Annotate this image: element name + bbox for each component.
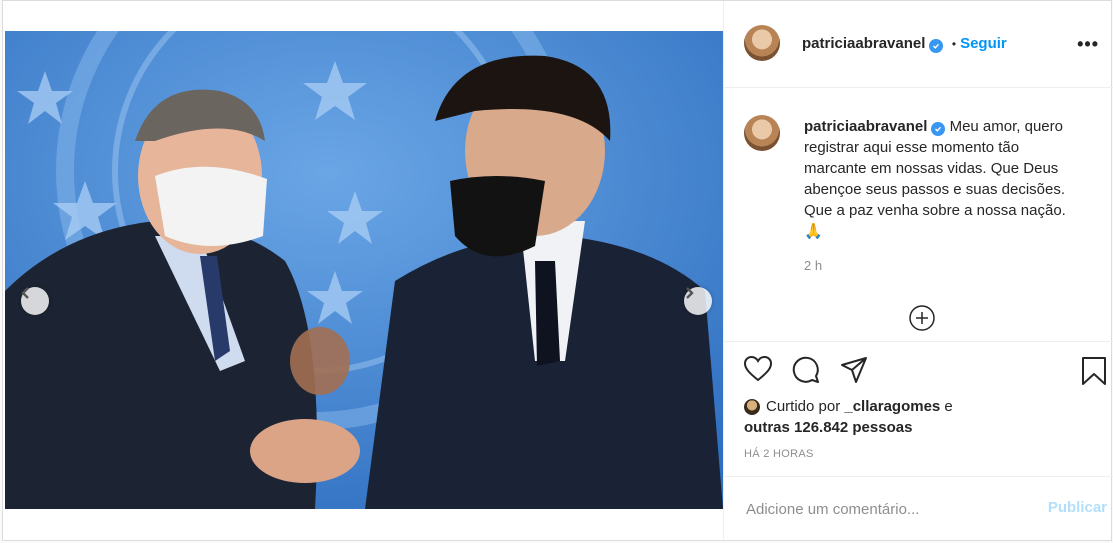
share-button[interactable] bbox=[840, 356, 868, 389]
separator-dot: • bbox=[951, 37, 957, 51]
share-icon bbox=[841, 357, 867, 383]
plus-circle-icon bbox=[909, 305, 935, 331]
caption-author-avatar[interactable] bbox=[744, 115, 780, 151]
comment-button[interactable] bbox=[792, 356, 820, 389]
load-more-comments-button[interactable] bbox=[908, 304, 936, 337]
previous-slide-button[interactable] bbox=[21, 287, 49, 315]
verified-icon bbox=[929, 39, 944, 53]
publish-button[interactable]: Publicar bbox=[1048, 499, 1107, 516]
post-caption: patriciaabravanel Meu amor, quero regist… bbox=[804, 116, 1084, 242]
post-photo bbox=[5, 31, 723, 509]
post-modal: patriciaabravanel • Seguir ••• patriciaab… bbox=[2, 0, 1113, 542]
verified-icon bbox=[931, 122, 946, 136]
comment-icon bbox=[792, 356, 819, 383]
caption-text: Meu amor, quero registrar aqui esse mome… bbox=[804, 118, 1066, 240]
post-sidebar: patriciaabravanel • Seguir ••• patriciaab… bbox=[723, 1, 1113, 542]
post-timestamp[interactable]: HÁ 2 HORAS bbox=[744, 448, 814, 460]
heart-icon bbox=[743, 355, 773, 382]
comment-input[interactable] bbox=[744, 495, 1028, 523]
likes-count-link[interactable]: outras 126.842 pessoas bbox=[744, 419, 912, 436]
next-slide-button[interactable] bbox=[684, 287, 712, 315]
likes-middle: e bbox=[940, 398, 953, 415]
author-username[interactable]: patriciaabravanel bbox=[802, 35, 925, 52]
post-actions: Curtido por _cllaragomes e outras 126.84… bbox=[724, 341, 1113, 477]
liker-username[interactable]: _cllaragomes bbox=[844, 398, 940, 415]
chevron-right-icon bbox=[686, 287, 694, 299]
likes-prefix: Curtido por bbox=[766, 398, 845, 415]
more-options-icon[interactable]: ••• bbox=[1077, 34, 1099, 55]
bookmark-icon bbox=[1082, 357, 1106, 385]
save-button[interactable] bbox=[1081, 356, 1107, 391]
author-avatar[interactable] bbox=[744, 25, 780, 61]
comments-section: patriciaabravanel Meu amor, quero regist… bbox=[724, 88, 1113, 341]
likes-summary: Curtido por _cllaragomes e outras 126.84… bbox=[744, 396, 953, 438]
caption-author[interactable]: patriciaabravanel bbox=[804, 118, 927, 135]
chevron-left-icon bbox=[21, 287, 29, 299]
like-button[interactable] bbox=[743, 355, 773, 387]
liker-avatar bbox=[744, 399, 760, 415]
caption-timestamp[interactable]: 2 h bbox=[804, 258, 822, 273]
post-media bbox=[5, 31, 723, 509]
follow-button[interactable]: Seguir bbox=[960, 35, 1007, 52]
add-comment-bar: Publicar bbox=[724, 476, 1113, 541]
post-header: patriciaabravanel • Seguir ••• bbox=[724, 1, 1113, 88]
